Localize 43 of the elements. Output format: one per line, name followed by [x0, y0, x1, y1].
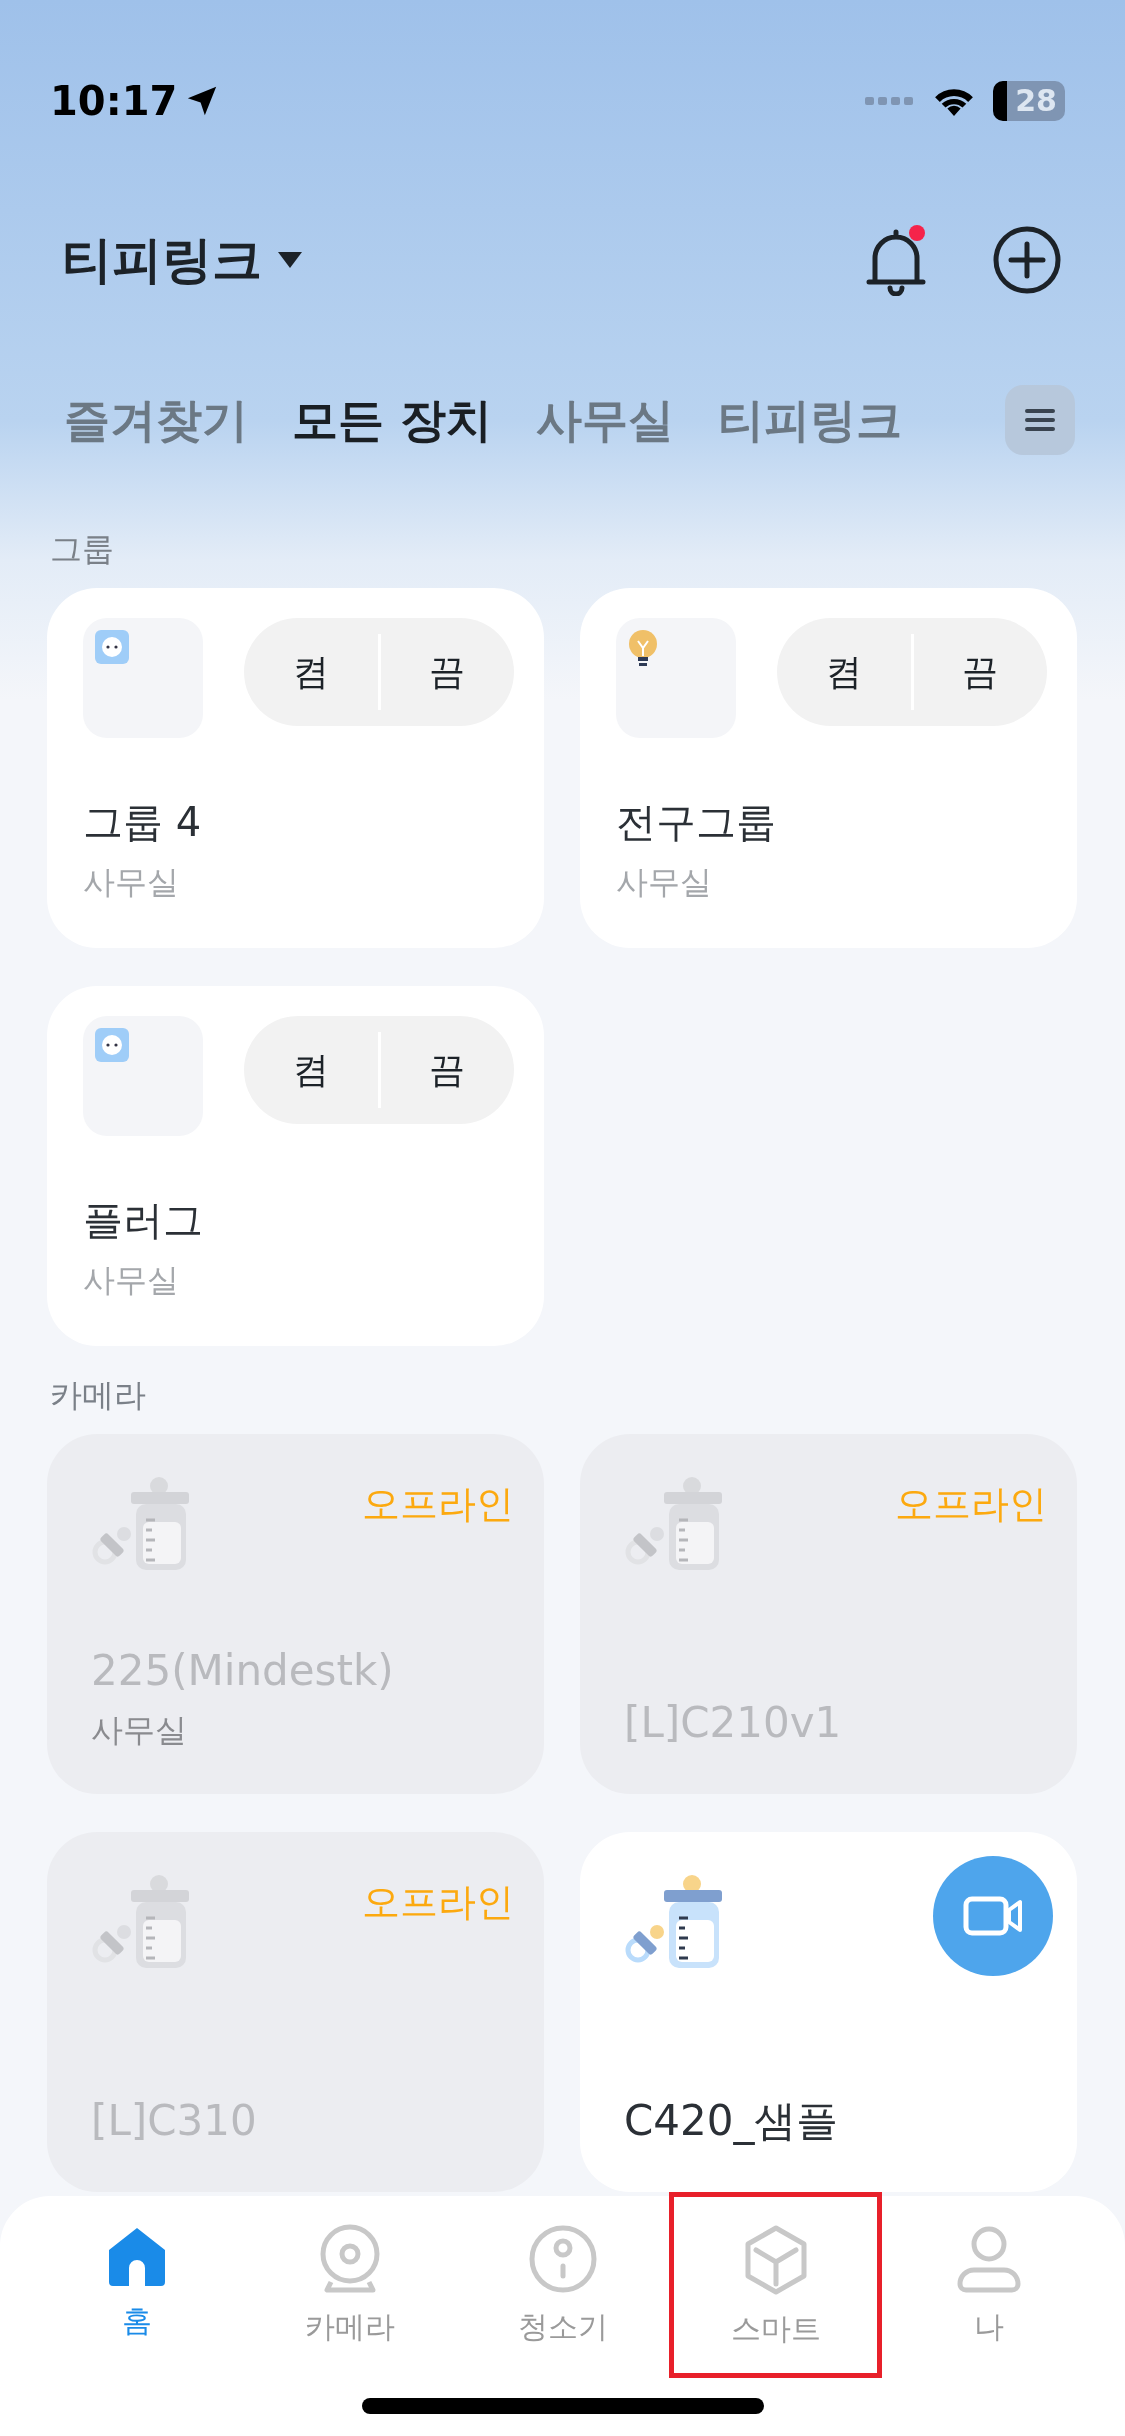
- section-title: 카메라: [49, 1375, 147, 1416]
- menu-icon: [1025, 408, 1055, 432]
- group-name: 플러그: [83, 1196, 204, 1245]
- group-name: 전구그룹: [616, 798, 777, 847]
- room-name: 사무실: [83, 1260, 180, 1301]
- signal-icon: [865, 95, 916, 107]
- menu-button[interactable]: [1005, 385, 1075, 455]
- group-card[interactable]: 켬 끔 전구그룹 사무실: [580, 588, 1077, 948]
- room-name: 사무실: [83, 862, 180, 903]
- camera-card[interactable]: C420_샘플: [580, 1832, 1077, 2192]
- nav-tab[interactable]: 홈: [30, 2216, 243, 2388]
- room-name: 사무실: [616, 862, 713, 903]
- battery-level: 28: [993, 81, 1065, 121]
- bulb-icon: [628, 630, 658, 668]
- home-selector[interactable]: 티피링크: [62, 222, 302, 298]
- add-icon[interactable]: [993, 226, 1061, 294]
- baby-bottle-icon: [91, 1476, 191, 1572]
- section-title: 그룹: [49, 529, 115, 570]
- off-button[interactable]: 끔: [380, 618, 514, 726]
- baby-bottle-icon: [624, 1874, 724, 1970]
- off-button[interactable]: 끔: [380, 1016, 514, 1124]
- video-camera-icon: [963, 1896, 1023, 1936]
- status-time: 10:17: [50, 77, 178, 126]
- tab[interactable]: 모든 장치: [292, 385, 492, 455]
- baby-bottle-icon: [91, 1874, 191, 1970]
- offline-status: 오프라인: [362, 1481, 514, 1528]
- group-card[interactable]: 켬 끔 그룹 4 사무실: [47, 588, 544, 948]
- offline-status: 오프라인: [895, 1481, 1047, 1528]
- group-card[interactable]: 켬 끔 플러그 사무실: [47, 986, 544, 1346]
- caret-icon: [278, 252, 302, 268]
- on-button[interactable]: 켬: [244, 618, 378, 726]
- baby-bottle-icon: [624, 1476, 724, 1572]
- person-icon: [955, 2224, 1022, 2294]
- on-button[interactable]: 켬: [244, 1016, 378, 1124]
- camera-name: C420_샘플: [624, 2095, 840, 2147]
- off-button[interactable]: 끔: [913, 618, 1047, 726]
- room-name: 사무실: [91, 1710, 188, 1751]
- offline-status: 오프라인: [362, 1879, 514, 1926]
- socket-icon: [95, 630, 129, 664]
- group-name: 그룹 4: [83, 798, 203, 847]
- socket-icon: [95, 1028, 129, 1062]
- vacuum-robot-icon: [527, 2224, 598, 2294]
- on-button[interactable]: 켬: [777, 618, 911, 726]
